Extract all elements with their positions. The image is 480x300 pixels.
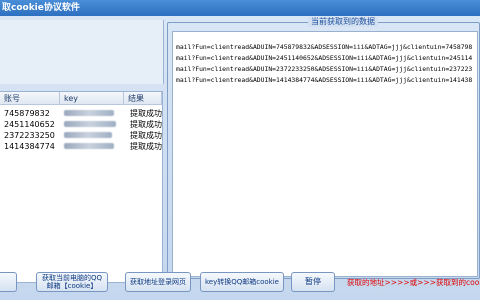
left-top-panel	[0, 20, 164, 84]
account-table[interactable]: 账号 key 结果 745879832 提取成功 2451140652 提取成功…	[0, 91, 163, 283]
output-line: mail?Fun=clientread&ADUIN=1414384774&ADS…	[176, 76, 473, 84]
account-cell: 2451140652	[4, 120, 55, 129]
result-cell: 提取成功	[130, 142, 162, 151]
account-cell: 745879832	[4, 109, 50, 118]
result-cell: 提取成功	[130, 120, 162, 129]
get-local-mail-cookie-button[interactable]: 获取当前电脑的QQ 邮箱【cookie】	[36, 272, 108, 292]
window-title: 取cookie协议软件	[2, 3, 80, 13]
key-to-mail-cookie-button[interactable]: key转换QQ邮箱cookie	[200, 272, 284, 292]
result-cell: 提取成功	[130, 131, 162, 140]
account-cell: 1414384774	[4, 142, 55, 151]
get-cookie-label-line2: 邮箱【cookie】	[46, 282, 98, 290]
get-login-url-button[interactable]: 获取地址登录网页	[125, 272, 191, 292]
key-cell-redacted	[64, 108, 114, 119]
main-frame: 账号 key 结果 745879832 提取成功 2451140652 提取成功…	[0, 16, 480, 300]
left-partial-button[interactable]	[0, 272, 17, 292]
title-bar: 取cookie协议软件	[0, 0, 480, 16]
table-row[interactable]: 2372233250 提取成功	[0, 130, 162, 141]
get-cookie-label-line1: 获取当前电脑的QQ	[41, 274, 103, 282]
column-header-result[interactable]: 结果	[124, 92, 162, 105]
output-group-legend: 当前获取到的数据	[308, 17, 378, 27]
table-row[interactable]: 2451140652 提取成功	[0, 119, 162, 130]
key-cell-redacted	[64, 141, 114, 152]
table-row[interactable]: 745879832 提取成功	[0, 108, 162, 119]
pause-button[interactable]: 暂停	[291, 272, 335, 292]
table-row[interactable]: 1414384774 提取成功	[0, 141, 162, 152]
status-hint: 获取的地址>>>>或>>>获取到的cookie请	[347, 278, 480, 287]
account-cell: 2372233250	[4, 131, 55, 140]
key-cell-redacted	[64, 130, 112, 141]
key-cell-redacted	[64, 119, 116, 130]
output-group: 当前获取到的数据 mail?Fun=clientread&ADUIN=74587…	[167, 17, 480, 279]
output-line: mail?Fun=clientread&ADUIN=2451140652&ADS…	[176, 54, 473, 62]
output-line: mail?Fun=clientread&ADUIN=2372233250&ADS…	[176, 65, 473, 73]
output-textbox[interactable]: mail?Fun=clientread&ADUIN=745879832&ADSE…	[172, 31, 478, 277]
column-header-key[interactable]: key	[60, 92, 124, 105]
column-header-account[interactable]: 账号	[0, 92, 60, 105]
output-line: mail?Fun=clientread&ADUIN=745879832&ADSE…	[176, 43, 473, 51]
result-cell: 提取成功	[130, 109, 162, 118]
